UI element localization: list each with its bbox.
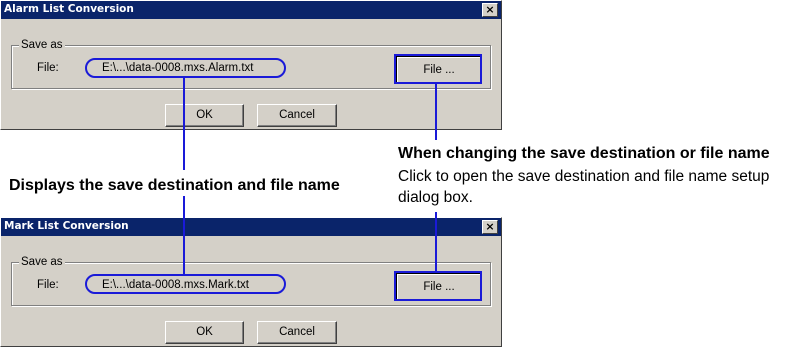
- right-body-line2: dialog box.: [398, 189, 473, 206]
- path-highlight-ellipse: [85, 274, 286, 294]
- left-caption: Displays the save destination and file n…: [9, 177, 340, 194]
- path-highlight-ellipse: [85, 58, 286, 78]
- right-heading: When changing the save destination or fi…: [398, 145, 770, 162]
- right-body-line1: Click to open the save destination and f…: [398, 168, 770, 185]
- file-button-highlight: [394, 54, 482, 84]
- file-button-highlight: [394, 271, 482, 301]
